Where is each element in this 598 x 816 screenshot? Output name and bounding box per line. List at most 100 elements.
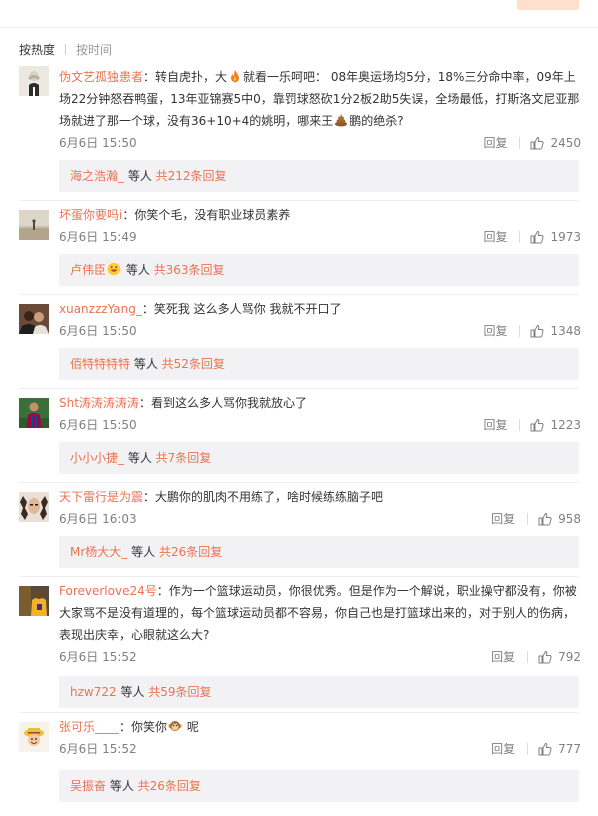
comment-divider	[19, 200, 579, 201]
comment-time: 6月6日 16:03	[59, 512, 137, 526]
reply-total[interactable]: 共212条回复	[156, 169, 227, 183]
action-divider	[527, 651, 529, 663]
avatar[interactable]	[19, 66, 49, 96]
avatar[interactable]	[19, 210, 49, 240]
comment-text: 伪文艺孤独患者：转自虎扑，大 就看一乐呵吧： 08年奥运场均5分，18%三分命中率…	[59, 70, 580, 128]
reply-total[interactable]: 共59条回复	[148, 685, 211, 699]
reply-button[interactable]: 回复	[491, 646, 515, 668]
reply-button[interactable]: 回复	[483, 226, 507, 248]
comment-body: xuanzzzYang_：笑死我 这么多人骂你 我就不开口了 6月6日 15:5…	[59, 298, 581, 342]
reply-button[interactable]: 回复	[491, 738, 515, 760]
reply-total[interactable]: 共26条回复	[138, 779, 201, 793]
avatar[interactable]	[19, 722, 49, 752]
avatar[interactable]	[19, 398, 49, 428]
like-button[interactable]: 1348	[530, 320, 581, 342]
action-divider	[527, 513, 529, 525]
comment-text: 坏蛋你要吗i：你笑个毛，没有职业球员素养	[59, 208, 291, 222]
reply-summary[interactable]: hzw722 等人 共59条回复	[59, 676, 579, 708]
comment-username[interactable]: xuanzzzYang_	[59, 302, 142, 316]
like-count: 1348	[550, 324, 581, 338]
like-count: 777	[558, 742, 581, 756]
poop-emoji-icon	[335, 114, 348, 127]
reply-username[interactable]: Mr杨大大_	[70, 545, 127, 559]
comment-actions: 回复 958	[491, 508, 581, 530]
action-divider	[519, 419, 521, 431]
comment-username[interactable]: Foreverlove24号	[59, 584, 157, 598]
thumbs-up-icon	[530, 230, 545, 244]
tab-divider	[65, 43, 67, 55]
like-count: 958	[558, 512, 581, 526]
reply-total[interactable]: 共363条回复	[154, 263, 225, 277]
reply-total[interactable]: 共7条回复	[156, 451, 212, 465]
comment-time: 6月6日 15:49	[59, 230, 137, 244]
reply-username[interactable]: 卢伟臣	[70, 263, 106, 277]
like-button[interactable]: 958	[538, 508, 581, 530]
sort-tabs: 按热度 按时间	[19, 40, 112, 58]
comment-meta: 6月6日 15:50 回复 2450	[59, 132, 581, 154]
reply-button[interactable]: 回复	[483, 132, 507, 154]
comment-time: 6月6日 15:50	[59, 418, 137, 432]
comment-text: Foreverlove24号：作为一个篮球运动员，你很优秀。但是作为一个解说，职…	[59, 584, 577, 642]
comment-meta: 6月6日 15:50 回复 1348	[59, 320, 581, 342]
action-divider	[519, 325, 521, 337]
comment-divider	[19, 294, 579, 295]
like-button[interactable]: 2450	[530, 132, 581, 154]
comment-username[interactable]: Sht涛涛涛涛涛	[59, 396, 139, 410]
comment-username[interactable]: 伪文艺孤独患者	[59, 70, 143, 84]
reply-total[interactable]: 共26条回复	[159, 545, 222, 559]
avatar[interactable]	[19, 492, 49, 522]
avatar[interactable]	[19, 304, 49, 334]
reply-button[interactable]: 回复	[483, 320, 507, 342]
reply-username[interactable]: 小小小捷_	[70, 451, 124, 465]
like-count: 1973	[550, 230, 581, 244]
comment-actions: 回复 1348	[483, 320, 581, 342]
submit-comment-button[interactable]	[517, 0, 579, 10]
reply-summary[interactable]: 吴振奋 等人 共26条回复	[59, 770, 579, 802]
comment-time: 6月6日 15:50	[59, 324, 137, 338]
comment-body: 天下雷行是为震：大鹏你的肌肉不用练了，啥时候练练脑子吧 6月6日 16:03 回…	[59, 486, 581, 530]
reply-button[interactable]: 回复	[491, 508, 515, 530]
like-button[interactable]: 1973	[530, 226, 581, 248]
reply-username[interactable]: 佰特特特特	[70, 357, 130, 371]
comment-meta: 6月6日 16:03 回复 958	[59, 508, 581, 530]
comment-actions: 回复 1223	[483, 414, 581, 436]
reply-summary[interactable]: 海之浩瀚_ 等人 共212条回复	[59, 160, 579, 192]
monkey-emoji-icon	[168, 721, 182, 731]
action-divider	[527, 743, 529, 755]
reply-total[interactable]: 共52条回复	[162, 357, 225, 371]
comment-text: 天下雷行是为震：大鹏你的肌肉不用练了，啥时候练练脑子吧	[59, 490, 384, 504]
like-count: 2450	[550, 136, 581, 150]
comment-divider	[19, 482, 579, 483]
reply-summary[interactable]: 佰特特特特 等人 共52条回复	[59, 348, 579, 380]
thumbs-up-icon	[538, 650, 552, 664]
comment-meta: 6月6日 15:49 回复 1973	[59, 226, 581, 248]
reply-username[interactable]: hzw722	[70, 685, 117, 699]
thumbs-up-icon	[538, 512, 552, 526]
comment-text: 张可乐____：你笑你 呢	[59, 720, 199, 734]
comment-body: 伪文艺孤独患者：转自虎扑，大 就看一乐呵吧： 08年奥运场均5分，18%三分命中率…	[59, 66, 581, 154]
grin-emoji-icon	[107, 262, 121, 276]
comment-text: xuanzzzYang_：笑死我 这么多人骂你 我就不开口了	[59, 302, 342, 316]
avatar[interactable]	[19, 586, 49, 616]
sort-by-time-tab[interactable]: 按时间	[76, 41, 112, 58]
comment-body: Foreverlove24号：作为一个篮球运动员，你很优秀。但是作为一个解说，职…	[59, 580, 581, 668]
comment-username[interactable]: 张可乐____	[59, 720, 119, 734]
like-button[interactable]: 792	[538, 646, 581, 668]
like-count: 1223	[550, 418, 581, 432]
reply-button[interactable]: 回复	[483, 414, 507, 436]
comment-actions: 回复 1973	[483, 226, 581, 248]
sort-by-hot-tab[interactable]: 按热度	[19, 41, 55, 58]
comment-time: 6月6日 15:52	[59, 742, 137, 756]
reply-summary[interactable]: Mr杨大大_ 等人 共26条回复	[59, 536, 579, 568]
reply-username[interactable]: 吴振奋	[70, 779, 106, 793]
reply-summary[interactable]: 小小小捷_ 等人 共7条回复	[59, 442, 579, 474]
thumbs-up-icon	[530, 418, 545, 432]
reply-username[interactable]: 海之浩瀚_	[70, 169, 124, 183]
comment-username[interactable]: 坏蛋你要吗i	[59, 208, 122, 222]
action-divider	[519, 137, 521, 149]
comment-body: Sht涛涛涛涛涛：看到这么多人骂你我就放心了 6月6日 15:50 回复 122…	[59, 392, 581, 436]
like-button[interactable]: 777	[538, 738, 581, 760]
like-button[interactable]: 1223	[530, 414, 581, 436]
reply-summary[interactable]: 卢伟臣 等人 共363条回复	[59, 254, 579, 286]
comment-username[interactable]: 天下雷行是为震	[59, 490, 143, 504]
